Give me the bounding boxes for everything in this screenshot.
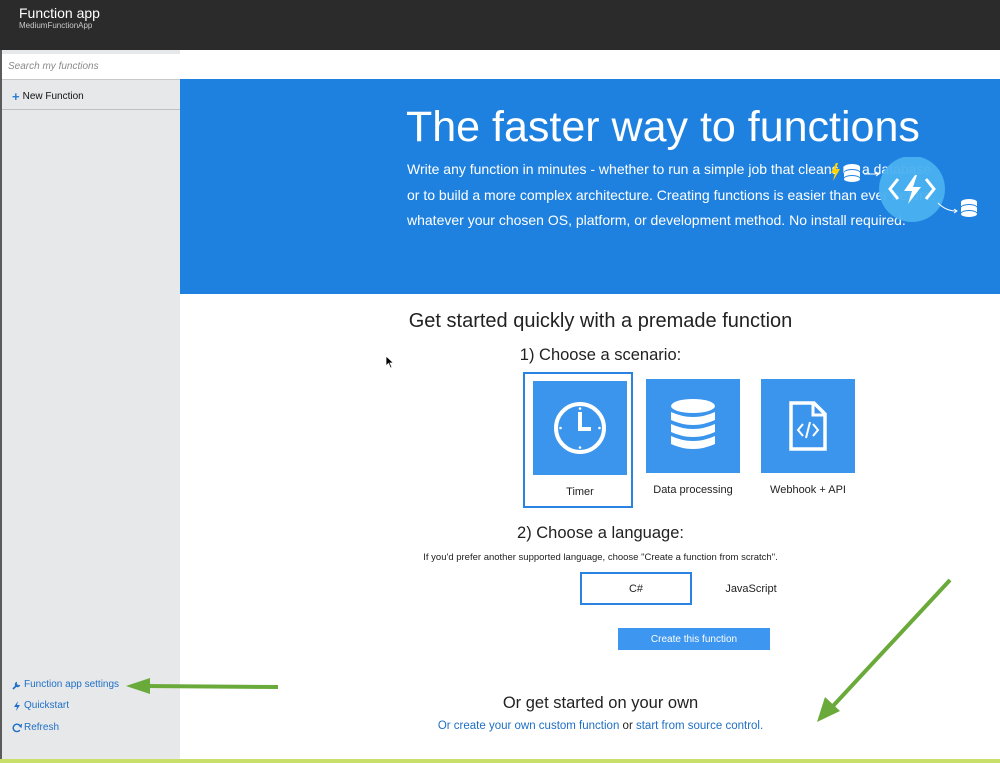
bottom-strip	[0, 759, 1000, 763]
quickstart-link[interactable]: Quickstart	[12, 700, 69, 711]
function-app-settings-label: Function app settings	[24, 679, 120, 690]
or-text: or	[622, 720, 633, 732]
step2-label: 2) Choose a language:	[517, 524, 684, 542]
new-function-label: New Function	[22, 91, 84, 102]
mouse-cursor-icon	[385, 355, 395, 369]
bolt-icon	[14, 700, 20, 711]
refresh-label: Refresh	[24, 722, 60, 733]
timer-tile-image	[533, 381, 627, 475]
search-box	[2, 54, 180, 80]
clock-icon	[554, 402, 606, 454]
step2-note: If you'd prefer another supported langua…	[423, 552, 778, 563]
own-heading: Or get started on your own	[502, 694, 699, 712]
database-icon	[671, 399, 715, 449]
main-heading: Get started quickly with a premade funct…	[408, 310, 793, 332]
custom-function-link[interactable]: Or create your own custom function	[438, 720, 620, 732]
wrench-icon	[12, 681, 21, 690]
scenario-label: Data processing	[653, 484, 733, 496]
refresh-icon	[12, 723, 22, 732]
function-app-settings-link[interactable]: Function app settings	[12, 679, 119, 690]
app-subtitle: MediumFunctionApp	[19, 21, 93, 30]
own-links: Or create your own custom function or st…	[87, 720, 1000, 732]
webhook-tile-image	[761, 379, 855, 473]
app-title: Function app	[19, 5, 100, 21]
create-function-button[interactable]: Create this function	[618, 628, 770, 650]
language-label: C#	[628, 582, 644, 595]
hero-title: The faster way to functions	[406, 103, 920, 151]
refresh-link[interactable]: Refresh	[12, 722, 59, 733]
scenario-tile-data-processing[interactable]: Data processing	[638, 372, 748, 508]
scenario-label: Webhook + API	[770, 484, 846, 496]
language-option-csharp[interactable]: C#	[580, 572, 692, 605]
new-function-button[interactable]: + New Function	[2, 84, 180, 110]
source-control-link[interactable]: start from source control.	[636, 720, 763, 732]
language-option-javascript[interactable]: JavaScript	[695, 572, 807, 605]
scenario-tile-webhook-api[interactable]: Webhook + API	[753, 372, 863, 508]
code-file-icon	[789, 401, 827, 451]
step1-label: 1) Choose a scenario:	[519, 346, 682, 364]
scenario-label: Timer	[566, 486, 594, 498]
data-processing-tile-image	[646, 379, 740, 473]
quickstart-label: Quickstart	[24, 700, 70, 711]
sidebar: + New Function Function app settings Qui…	[0, 50, 180, 763]
language-label: JavaScript	[725, 582, 777, 595]
scenario-tile-timer[interactable]: Timer	[523, 372, 633, 508]
plus-icon: +	[12, 88, 20, 104]
search-input[interactable]	[2, 54, 180, 79]
top-header: Function app MediumFunctionApp	[0, 0, 1000, 50]
functions-illustration-icon	[831, 157, 977, 222]
hero-banner: The faster way to functions Write any fu…	[180, 79, 1000, 294]
